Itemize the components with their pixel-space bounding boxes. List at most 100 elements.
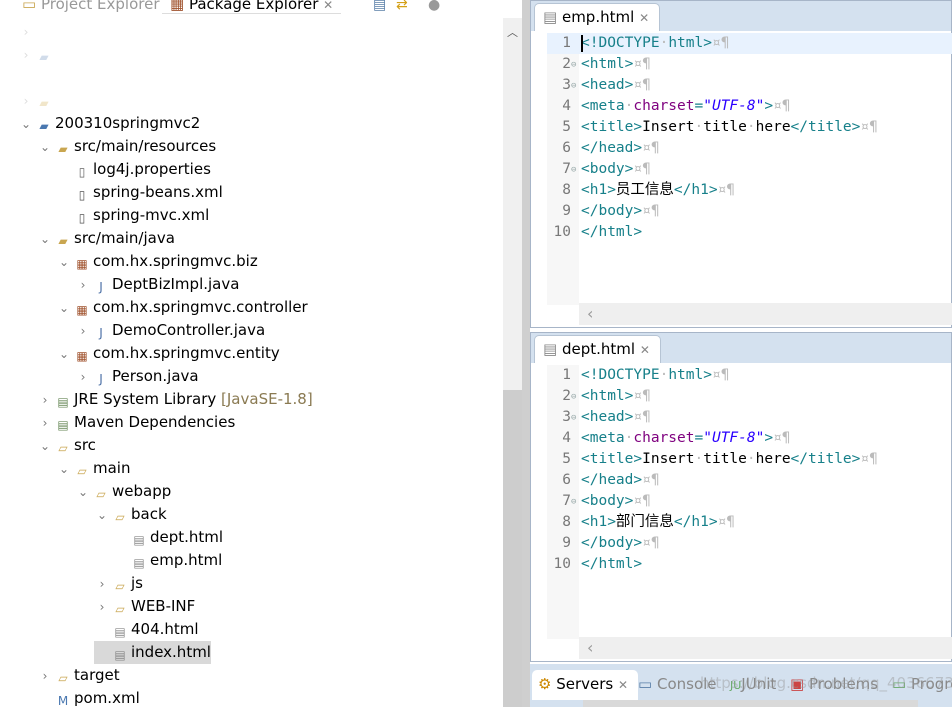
tree-item[interactable]: › J DeptBizImpl.java [75,273,240,297]
tree-item[interactable]: ▤ index.html [94,641,211,664]
tab-emp-html[interactable]: ▤ emp.html ✕ [534,3,661,31]
code-line[interactable]: 6 </head>¤¶ [547,470,952,491]
tree-item[interactable]: ⌄ ▰ src/main/resources [37,135,216,158]
close-icon[interactable]: ✕ [618,678,628,692]
chevron-right-icon[interactable]: › [18,90,34,113]
code-line[interactable]: 9 </body>¤¶ [547,533,952,554]
code-line[interactable]: 2⊖ <html>¤¶ [547,54,952,75]
fold-collapse-icon[interactable]: ⊖ [571,160,581,181]
code-line[interactable]: 2⊖ <html>¤¶ [547,386,952,407]
tree-item[interactable]: ⌄ ▱ src [37,434,96,457]
chevron-down-icon[interactable]: ⌄ [37,228,53,251]
tree-item[interactable]: ⌄ ▱ back [94,503,167,526]
view-menu-icon[interactable]: ● [428,0,440,13]
horizontal-scrollbar[interactable]: ‹ [579,303,952,325]
tree-item[interactable]: › J DemoController.java [75,319,266,343]
tree-item-obscured[interactable]: › ▰ [18,89,55,112]
chevron-down-icon[interactable]: ⌄ [56,297,72,320]
tree-item[interactable]: ⌄ ▦ com.hx.springmvc.biz [56,250,258,273]
tree-item[interactable]: ⌄ ▰ 200310springmvc2 [18,112,200,135]
chevron-down-icon[interactable]: ⌄ [37,136,53,159]
server-row[interactable] [583,700,918,707]
fold-collapse-icon[interactable]: ⊖ [571,408,581,429]
tab-package-explorer[interactable]: ▦ Package Explorer ✕ [162,0,342,14]
tree-item[interactable]: › ▤ Maven Dependencies [37,411,236,435]
chevron-right-icon[interactable]: › [18,21,34,44]
tree-item[interactable]: › ▱ js [94,572,143,595]
code-token: 部门信息 [615,514,674,530]
code-token: <!DOCTYPE [581,367,660,383]
chevron-down-icon[interactable]: ⌄ [18,113,34,136]
sash[interactable] [522,0,530,707]
code-line[interactable]: 3⊖ <head>¤¶ [547,407,952,428]
code-line[interactable]: 6 </head>¤¶ [547,138,952,159]
tree-item[interactable]: ▤ emp.html [113,549,222,572]
collapse-all-icon[interactable]: ▤ [373,0,386,13]
close-icon[interactable]: ✕ [639,11,649,25]
tree-item[interactable]: ▯ log4j.properties [56,158,211,181]
code-line[interactable]: 8 <h1>部门信息</h1>¤¶ [547,512,952,533]
tree-item[interactable]: › ▱ target [37,664,120,687]
chevron-right-icon[interactable]: › [75,320,91,343]
code-line[interactable]: 7⊖ <body>¤¶ [547,491,952,512]
code-line[interactable]: 10 </html> [547,554,952,575]
code-line[interactable]: 10 </html> [547,222,952,243]
fold-collapse-icon[interactable]: ⊖ [571,76,581,97]
chevron-right-icon[interactable]: › [94,573,110,596]
tab-servers[interactable]: ⚙ Servers ✕ [532,670,639,700]
tree-item[interactable]: ▤ 404.html [94,618,198,641]
code-line[interactable]: 9 </body>¤¶ [547,201,952,222]
chevron-down-icon[interactable]: ⌄ [56,343,72,366]
code-line[interactable]: 5 <title>Insert·title·here</title>¤¶ [547,449,952,470]
chevron-right-icon[interactable]: › [75,366,91,389]
code-line[interactable]: 1 <!DOCTYPE·html>¤¶ [547,33,952,54]
tree-item[interactable]: ⌄ ▱ main [56,457,131,481]
code-line[interactable]: 7⊖ <body>¤¶ [547,159,952,180]
chevron-right-icon[interactable]: › [37,412,53,435]
code-line[interactable]: 5 <title>Insert·title·here</title>¤¶ [547,117,952,138]
tree-item-obscured[interactable] [18,66,34,89]
close-icon[interactable]: ✕ [640,343,650,357]
chevron-right-icon[interactable]: › [37,665,53,688]
code-line[interactable]: 4 <meta·charset="UTF-8">¤¶ [547,96,952,117]
folder-icon: ▱ [96,487,106,501]
code-line[interactable]: 4 <meta·charset="UTF-8">¤¶ [547,428,952,449]
chevron-right-icon[interactable]: › [75,274,91,297]
scrollbar-thumb[interactable] [503,390,522,707]
fold-collapse-icon[interactable]: ⊖ [571,55,581,76]
tree-item[interactable]: ▤ dept.html [113,526,223,549]
chevron-down-icon[interactable]: ⌄ [37,435,53,458]
chevron-down-icon[interactable]: ⌄ [56,458,72,481]
fold-collapse-icon[interactable]: ⊖ [571,492,581,513]
code-line[interactable]: 1 <!DOCTYPE·html>¤¶ [547,365,952,386]
tree-item[interactable]: ⌄ ▦ com.hx.springmvc.controller [56,296,308,319]
chevron-right-icon[interactable]: › [18,44,34,67]
code-line[interactable]: 8 <h1>员工信息</h1>¤¶ [547,180,952,201]
tree-item[interactable]: ⌄ ▦ com.hx.springmvc.entity [56,342,280,365]
tree-item[interactable]: ⌄ ▰ src/main/java [37,227,175,250]
tree-item[interactable]: ▯ spring-mvc.xml [56,204,210,227]
tab-dept-html[interactable]: ▤ dept.html ✕ [534,335,661,363]
chevron-down-icon[interactable]: ⌄ [94,504,110,527]
chevron-right-icon[interactable]: › [37,389,53,412]
tab-project-explorer[interactable]: ▭ Project Explorer [22,0,160,13]
console-icon: ▭ [638,675,653,693]
tree-item[interactable]: › J Person.java [75,365,199,388]
tree-item[interactable]: ⌄ ▱ webapp [75,480,171,503]
horizontal-scrollbar[interactable]: ‹ [579,637,952,659]
tree-item-obscured[interactable]: › ▰ [18,43,55,66]
tree-item[interactable]: › ▱ WEB-INF [94,595,196,619]
tree-item-obscured[interactable]: › [18,20,34,43]
code-line[interactable]: 3⊖ <head>¤¶ [547,75,952,96]
tree-item[interactable]: › ▤ JRE System Library [JavaSE-1.8] [37,388,313,411]
scroll-up-icon[interactable]: ︿ [503,24,522,40]
link-editor-icon[interactable]: ⇄ [396,0,408,13]
code-token: ¤¶ [633,409,651,425]
chevron-down-icon[interactable]: ⌄ [75,481,91,504]
chevron-right-icon[interactable]: › [94,596,110,619]
tree-item[interactable]: ▯ spring-beans.xml [56,181,223,204]
tree-item-label: Person.java [112,367,199,385]
close-icon[interactable]: ✕ [323,0,333,12]
chevron-down-icon[interactable]: ⌄ [56,251,72,274]
fold-collapse-icon[interactable]: ⊖ [571,387,581,408]
